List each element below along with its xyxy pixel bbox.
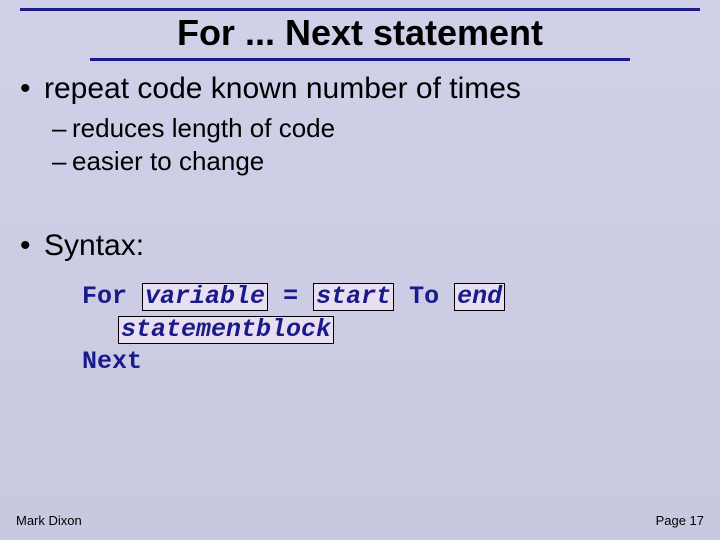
subbullet-easier: easier to change xyxy=(20,145,700,178)
slide-title: For ... Next statement xyxy=(0,12,720,54)
footer-page: Page 17 xyxy=(656,513,704,528)
keyword-to: To xyxy=(409,282,439,311)
equals-sign: = xyxy=(283,282,298,311)
code-line-stmt: statementblock xyxy=(82,314,700,347)
keyword-next: Next xyxy=(82,347,142,376)
code-line-next: Next xyxy=(82,346,700,379)
subbullet-reduces: reduces length of code xyxy=(20,112,700,145)
placeholder-end: end xyxy=(454,283,505,311)
placeholder-variable: variable xyxy=(142,283,268,311)
code-line-for: For variable = start To end xyxy=(82,281,700,314)
title-underline xyxy=(90,58,630,61)
bullet-syntax: Syntax: xyxy=(20,229,700,263)
syntax-code: For variable = start To end statementblo… xyxy=(20,281,700,379)
slide-content: repeat code known number of times reduce… xyxy=(20,72,700,379)
placeholder-start: start xyxy=(313,283,394,311)
footer-author: Mark Dixon xyxy=(16,513,82,528)
keyword-for: For xyxy=(82,282,127,311)
bullet-repeat: repeat code known number of times xyxy=(20,72,700,106)
placeholder-statementblock: statementblock xyxy=(118,316,334,344)
top-rule xyxy=(20,8,700,11)
